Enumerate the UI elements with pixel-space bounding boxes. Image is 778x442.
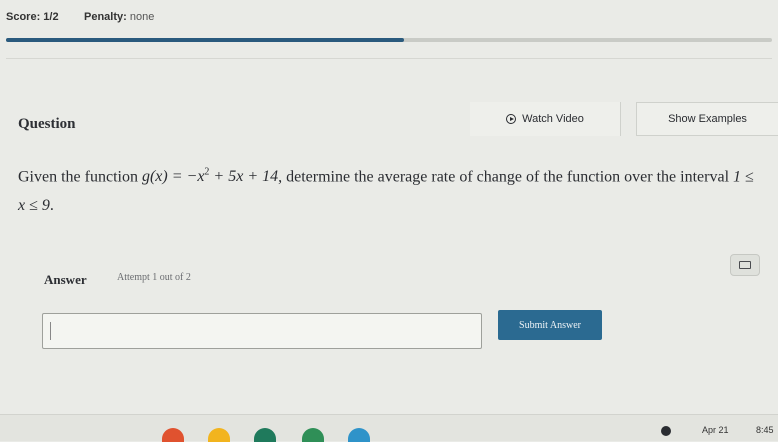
problem-intro: Given the function xyxy=(18,168,142,186)
problem-text: Given the function g(x) = −x2 + 5x + 14,… xyxy=(18,158,758,220)
top-bar: Score: 1/2 Penalty: none xyxy=(0,0,778,28)
attempt-counter: Attempt 1 out of 2 xyxy=(117,272,191,283)
score-label: Score: 1/2 xyxy=(6,11,59,23)
penalty-prefix: Penalty: xyxy=(84,11,127,23)
progress-bar xyxy=(6,38,772,42)
progress-fill xyxy=(6,38,405,42)
submit-answer-button[interactable]: Submit Answer xyxy=(498,310,602,340)
problem-middle: , determine the average rate of change o… xyxy=(278,168,734,186)
watch-video-label: Watch Video xyxy=(522,113,584,125)
question-heading: Question xyxy=(18,116,76,132)
divider xyxy=(6,58,772,59)
keyboard-icon xyxy=(739,261,751,269)
function-expression: g(x) = −x2 + 5x + 14 xyxy=(141,167,279,186)
function-lhs: g(x) = −x xyxy=(141,168,205,186)
play-circle-icon xyxy=(506,114,517,124)
keyboard-button[interactable] xyxy=(730,254,760,276)
text-caret xyxy=(50,322,51,340)
taskbar-time: 8:45 xyxy=(756,425,774,435)
watch-video-button[interactable]: Watch Video xyxy=(470,102,621,136)
show-examples-button[interactable]: Show Examples xyxy=(636,102,778,136)
launcher-icon[interactable] xyxy=(661,426,671,436)
function-rhs: + 5x + 14 xyxy=(209,168,279,186)
taskbar-date: Apr 21 xyxy=(702,425,729,435)
penalty-value: none xyxy=(129,11,155,23)
penalty-label: Penalty: none xyxy=(84,11,154,23)
problem-end: . xyxy=(49,197,54,215)
answer-input[interactable] xyxy=(42,313,482,349)
answer-heading: Answer xyxy=(44,272,87,287)
